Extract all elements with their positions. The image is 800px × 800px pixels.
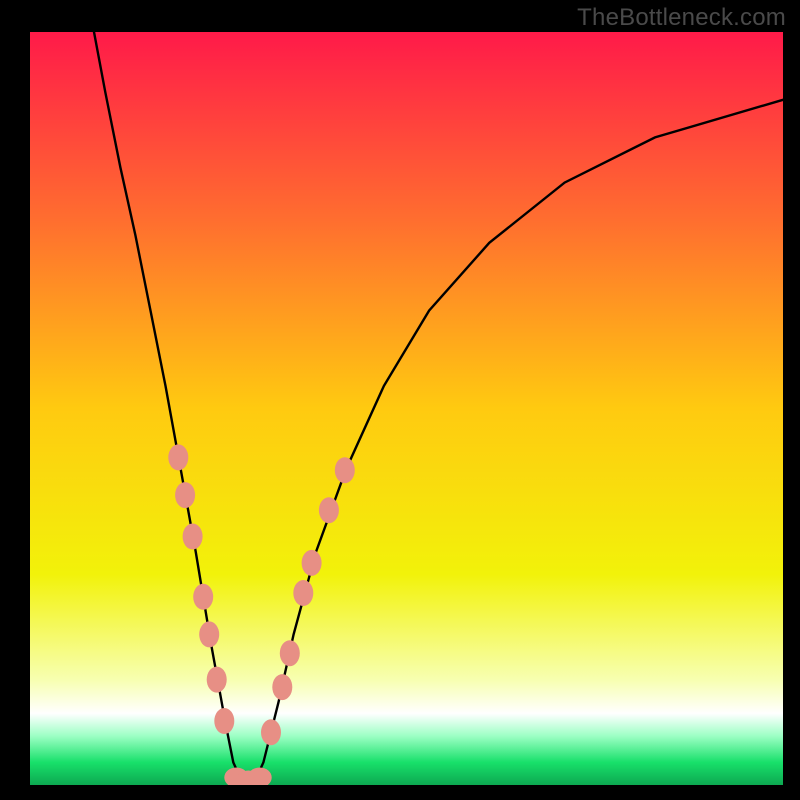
bottleneck-chart — [0, 0, 800, 800]
watermark-text: TheBottleneck.com — [577, 4, 786, 32]
data-marker-left — [168, 444, 188, 470]
frame-border — [0, 785, 800, 800]
data-marker-left — [175, 482, 195, 508]
chart-frame: TheBottleneck.com — [0, 0, 800, 800]
data-marker-right — [319, 497, 339, 523]
data-marker-left — [214, 708, 234, 734]
data-marker-left — [193, 584, 213, 610]
data-marker-left — [199, 621, 219, 647]
gradient-background — [30, 32, 783, 785]
data-marker-right — [293, 580, 313, 606]
frame-border — [0, 32, 30, 785]
data-marker-left — [183, 524, 203, 550]
data-marker-right — [302, 550, 322, 576]
data-marker-right — [261, 719, 281, 745]
data-marker-bottom — [248, 768, 272, 788]
data-marker-right — [272, 674, 292, 700]
data-marker-right — [335, 457, 355, 483]
frame-border — [783, 32, 800, 785]
data-marker-left — [207, 667, 227, 693]
data-marker-right — [280, 640, 300, 666]
